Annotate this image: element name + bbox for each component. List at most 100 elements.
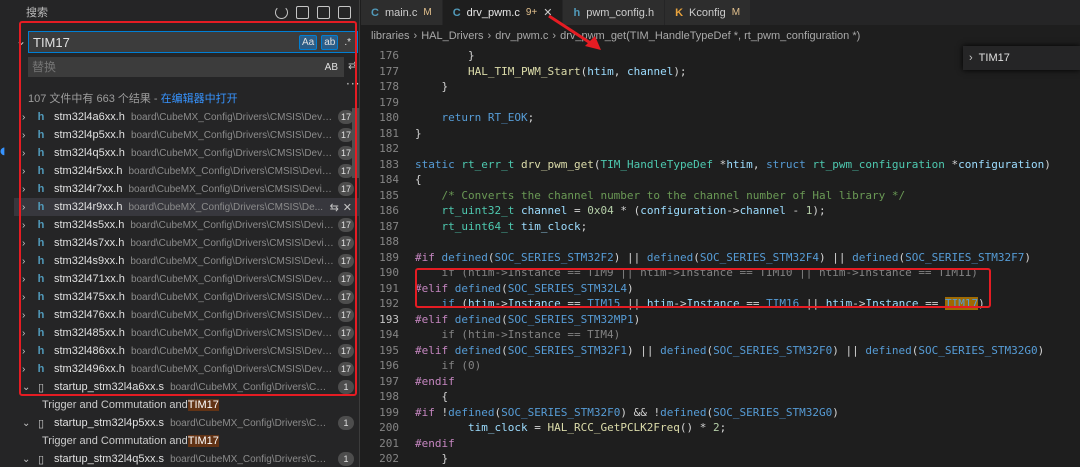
find-input[interactable]: TIM17: [979, 52, 1010, 64]
chevron-icon[interactable]: ›: [22, 346, 34, 357]
tab-kconfig[interactable]: K Kconfig M: [665, 0, 752, 25]
code-line[interactable]: 198 {: [361, 389, 1080, 405]
code-line[interactable]: 182: [361, 141, 1080, 157]
replace-input[interactable]: [32, 60, 323, 74]
code-line[interactable]: 183 static rt_err_t drv_pwm_get(TIM_Handl…: [361, 157, 1080, 173]
result-file-row[interactable]: › h stm32l4r5xx.h board\CubeMX_Config\Drive…: [14, 162, 360, 180]
code-line[interactable]: 190 if (htim->Instance == TIM9 || htim->…: [361, 265, 1080, 281]
code-line[interactable]: 194 if (htim->Instance == TIM4): [361, 327, 1080, 343]
chevron-icon[interactable]: ›: [22, 220, 34, 231]
code-view[interactable]: 176 } 177 HAL_TIM_PWM_Start(htim, channel…: [361, 48, 1080, 467]
search-input[interactable]: [33, 34, 299, 50]
code-line[interactable]: 196 if (0): [361, 358, 1080, 374]
result-file-row[interactable]: ⌄ ▯ startup_stm32l4q5xx.s board\CubeMX_Conf…: [14, 450, 360, 467]
chevron-icon[interactable]: ›: [22, 130, 34, 141]
match-case-toggle[interactable]: Aa: [298, 34, 318, 50]
tab-drv_pwm-c[interactable]: Cdrv_pwm.c 9+ ✕: [442, 0, 564, 25]
clear-results-icon[interactable]: [296, 5, 309, 19]
more-options-icon[interactable]: ···: [346, 77, 360, 91]
code-line[interactable]: 187 rt_uint64_t tim_clock;: [361, 219, 1080, 235]
code-line[interactable]: 180 return RT_EOK;: [361, 110, 1080, 126]
chevron-icon[interactable]: ›: [22, 364, 34, 375]
line-number: 188: [379, 235, 399, 248]
whole-word-toggle[interactable]: ab: [321, 34, 339, 50]
result-file-row[interactable]: › h stm32l4a6xx.h board\CubeMX_Config\Drive…: [14, 108, 360, 126]
refresh-icon[interactable]: [275, 5, 288, 19]
code-line[interactable]: 188: [361, 234, 1080, 250]
toggle-replace-icon[interactable]: ⌄: [16, 34, 26, 48]
result-file-row[interactable]: › h stm32l4s7xx.h board\CubeMX_Config\Drive…: [14, 234, 360, 252]
code-line[interactable]: 192 if (htim->Instance == TIM15 || htim-…: [361, 296, 1080, 312]
chevron-icon[interactable]: ›: [22, 112, 34, 123]
find-widget: › TIM17: [963, 46, 1080, 70]
chevron-icon[interactable]: ›: [22, 310, 34, 321]
result-file-row[interactable]: › h stm32l4s9xx.h board\CubeMX_Config\Drive…: [14, 252, 360, 270]
open-in-editor-link[interactable]: 在编辑器中打开: [161, 93, 238, 105]
result-file-row[interactable]: › h stm32l476xx.h board\CubeMX_Config\Drive…: [14, 306, 360, 324]
tab-modified-badge: M: [731, 7, 741, 18]
code-line[interactable]: 189 #if defined(SOC_SERIES_STM32F2) || de…: [361, 250, 1080, 266]
breadcrumb-item[interactable]: libraries: [371, 30, 410, 42]
replace-all-icon[interactable]: ⇄: [348, 59, 360, 73]
chevron-icon[interactable]: ›: [22, 238, 34, 249]
code-line[interactable]: 200 tim_clock = HAL_RCC_GetPCLK2Freq() *…: [361, 420, 1080, 436]
code-line[interactable]: 184 {: [361, 172, 1080, 188]
line-number: 198: [379, 390, 399, 403]
code-line[interactable]: 186 rt_uint32_t channel = 0x04 * (config…: [361, 203, 1080, 219]
chevron-icon[interactable]: ›: [22, 184, 34, 195]
breadcrumb-item[interactable]: HAL_Drivers: [421, 30, 483, 42]
tab-pwm_config-h[interactable]: h pwm_config.h: [563, 0, 666, 25]
tab-main-c[interactable]: Cmain.c M: [361, 0, 443, 25]
result-match-row[interactable]: Trigger and Commutation and TIM17: [14, 432, 360, 450]
result-file-row[interactable]: › h stm32l4p5xx.h board\CubeMX_Config\Drive…: [14, 126, 360, 144]
new-search-editor-icon[interactable]: [317, 5, 330, 19]
preserve-case-toggle[interactable]: AB: [323, 61, 340, 74]
chevron-icon[interactable]: ›: [22, 256, 34, 267]
chevron-icon[interactable]: ⌄: [22, 454, 34, 465]
result-file-row[interactable]: › h stm32l4r7xx.h board\CubeMX_Config\Drive…: [14, 180, 360, 198]
code-line[interactable]: 201 #endif: [361, 436, 1080, 452]
result-file-row[interactable]: ⌄ ▯ startup_stm32l4p5xx.s board\CubeMX_Conf…: [14, 414, 360, 432]
collapse-all-icon[interactable]: [338, 5, 351, 19]
breadcrumb-item[interactable]: drv_pwm_get(TIM_HandleTypeDef *, rt_pwm_…: [560, 30, 860, 42]
chevron-icon[interactable]: ›: [22, 292, 34, 303]
result-file-row[interactable]: › h stm32l4r9xx.h board\CubeMX_Config\Drive…: [14, 198, 360, 216]
code-line[interactable]: 185 /* Converts the channel number to th…: [361, 188, 1080, 204]
breadcrumb-item[interactable]: drv_pwm.c: [495, 30, 548, 42]
dismiss-icon[interactable]: ✕: [343, 201, 352, 214]
chevron-icon[interactable]: ⌄: [22, 418, 34, 429]
result-count-badge: 17: [337, 272, 354, 286]
close-icon[interactable]: ✕: [543, 6, 552, 19]
replace-file-icon[interactable]: ⇆: [330, 201, 339, 214]
chevron-icon[interactable]: ›: [22, 328, 34, 339]
find-expand-icon[interactable]: ›: [969, 52, 973, 64]
result-match-row[interactable]: Trigger and Commutation and TIM17: [14, 396, 360, 414]
code-line[interactable]: 179: [361, 95, 1080, 111]
match-highlight: TIM17: [187, 399, 219, 411]
code-line[interactable]: 181}: [361, 126, 1080, 142]
chevron-icon[interactable]: ›: [22, 274, 34, 285]
result-file-row[interactable]: › h stm32l486xx.h board\CubeMX_Config\Drive…: [14, 342, 360, 360]
result-file-row[interactable]: ⌄ ▯ startup_stm32l4a6xx.s board\CubeMX_Conf…: [14, 378, 360, 396]
code-text: HAL_TIM_PWM_Start(htim, channel);: [467, 64, 687, 78]
result-file-row[interactable]: › h stm32l471xx.h board\CubeMX_Config\Drive…: [14, 270, 360, 288]
result-file-row[interactable]: › h stm32l485xx.h board\CubeMX_Config\Drive…: [14, 324, 360, 342]
results-scrollbar[interactable]: [352, 108, 359, 178]
code-line[interactable]: 178 }: [361, 79, 1080, 95]
code-line[interactable]: 199 #if !defined(SOC_SERIES_STM32F0) && !…: [361, 405, 1080, 421]
chevron-icon[interactable]: ⌄: [22, 382, 34, 393]
match-text: Trigger and Commutation and: [42, 399, 188, 411]
chevron-icon[interactable]: ›: [22, 148, 34, 159]
regex-toggle[interactable]: .*: [342, 36, 353, 49]
chevron-icon[interactable]: ›: [22, 202, 34, 213]
code-line[interactable]: 195 #elif defined(SOC_SERIES_STM32F1) || …: [361, 343, 1080, 359]
result-file-row[interactable]: › h stm32l4s5xx.h board\CubeMX_Config\Drive…: [14, 216, 360, 234]
result-file-row[interactable]: › h stm32l496xx.h board\CubeMX_Config\Drive…: [14, 360, 360, 378]
code-line[interactable]: 193 #elif defined(SOC_SERIES_STM32MP1): [361, 312, 1080, 328]
result-file-row[interactable]: › h stm32l4q5xx.h board\CubeMX_Config\Drive…: [14, 144, 360, 162]
code-line[interactable]: 191 #elif defined(SOC_SERIES_STM32L4): [361, 281, 1080, 297]
result-file-row[interactable]: › h stm32l475xx.h board\CubeMX_Config\Drive…: [14, 288, 360, 306]
chevron-icon[interactable]: ›: [22, 166, 34, 177]
code-line[interactable]: 202 }: [361, 451, 1080, 467]
code-line[interactable]: 197 #endif: [361, 374, 1080, 390]
